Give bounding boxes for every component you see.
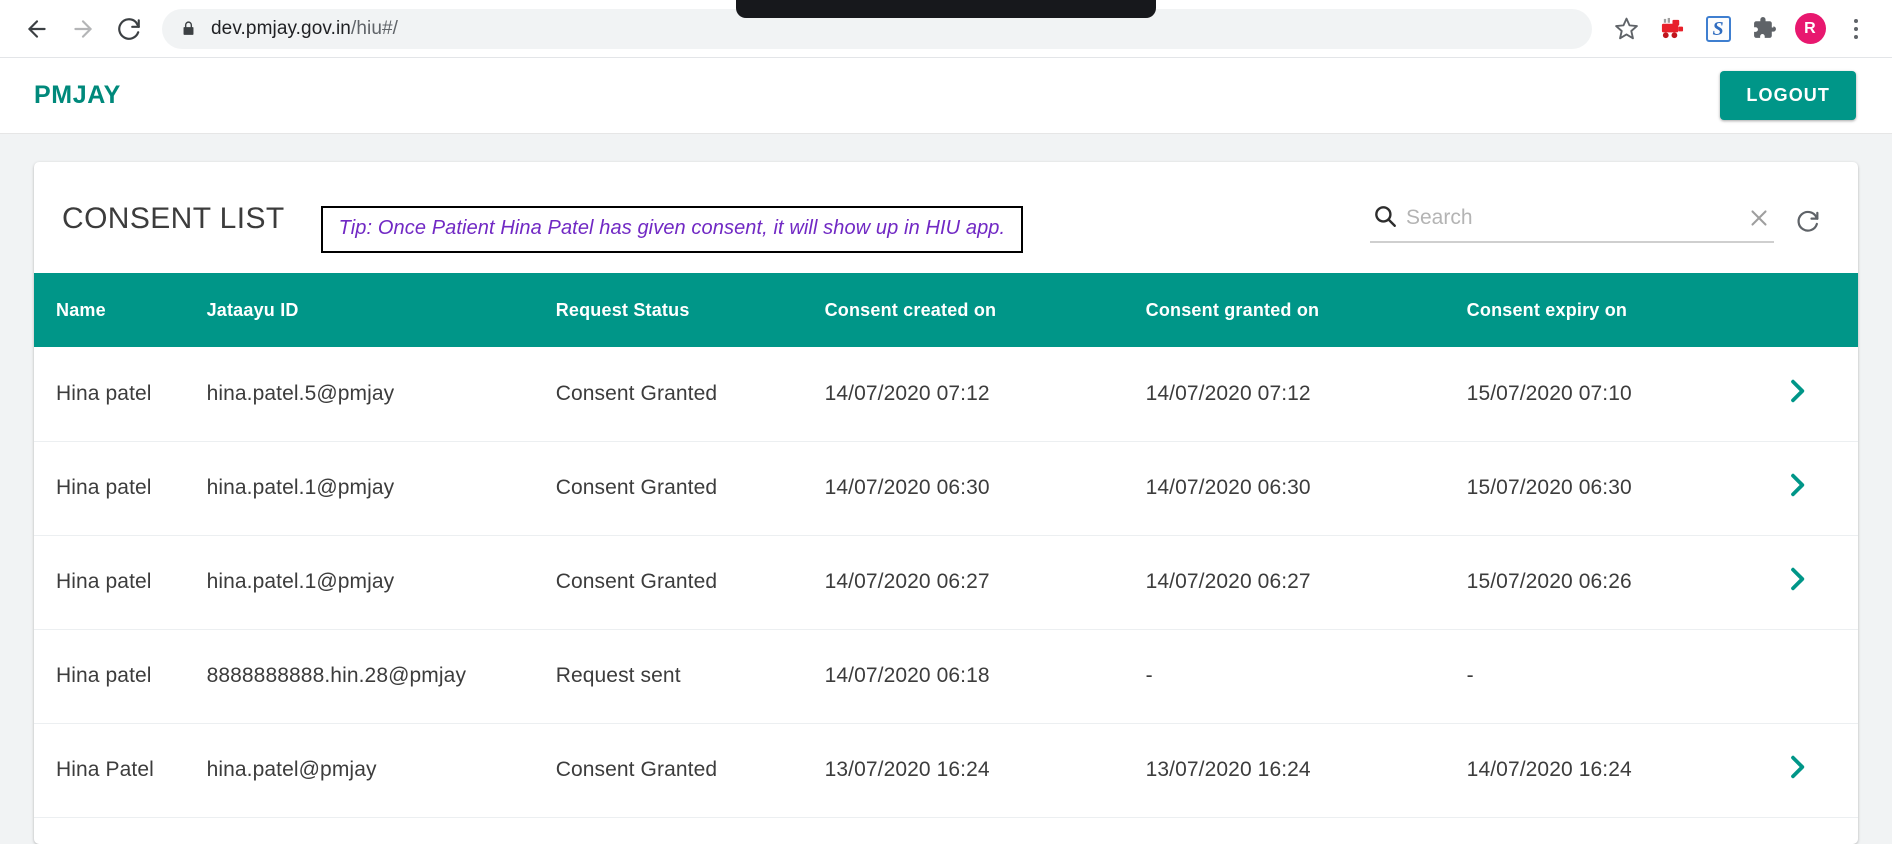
- url-text: dev.pmjay.gov.in/hiu#/: [211, 18, 398, 40]
- toolbar-actions: S R: [1604, 7, 1878, 51]
- kebab-dots: [1854, 18, 1858, 39]
- cell-consent-granted-on: [1145, 817, 1467, 844]
- search-input[interactable]: [1398, 206, 1746, 230]
- cell-name: Hina patel: [34, 347, 207, 442]
- cell-actions: [1757, 535, 1858, 630]
- lock-icon: [180, 19, 197, 38]
- url-domain: dev.pmjay.gov.in: [211, 17, 351, 39]
- table-body: Hina patel hina.patel.5@pmjay Consent Gran…: [34, 347, 1858, 844]
- column-header-jataayu-id[interactable]: Jataayu ID: [206, 273, 556, 347]
- extension-blue-s-label: S: [1705, 15, 1731, 42]
- cell-request-status: Consent Granted: [555, 441, 825, 536]
- table-header-row: Name Jataayu ID Request Status Consent c…: [34, 273, 1858, 347]
- cell-request-status: Consent Granted: [555, 723, 825, 818]
- cell-jataayu-id: hina.patel.1@pmjay: [206, 441, 556, 536]
- bookmark-star-icon[interactable]: [1604, 7, 1648, 51]
- column-header-consent-granted-on[interactable]: Consent granted on: [1145, 273, 1467, 347]
- table-row[interactable]: Hina patel hina.patel.5@pmjay Consent Gran…: [34, 347, 1858, 442]
- cell-consent-granted-on: 14/07/2020 07:12: [1145, 347, 1467, 442]
- cell-request-status: Consent Granted: [555, 347, 825, 442]
- row-chevron-right-icon[interactable]: [1781, 563, 1813, 595]
- back-button[interactable]: [14, 6, 60, 52]
- column-header-request-status[interactable]: Request Status: [555, 273, 825, 347]
- consent-table: Name Jataayu ID Request Status Consent c…: [34, 273, 1858, 844]
- consent-list-card: CONSENT LIST Tip: Once Patient Hina Pate…: [34, 162, 1858, 844]
- cell-request-status: [555, 817, 825, 844]
- page-title: CONSENT LIST: [62, 201, 285, 235]
- column-header-consent-created-on[interactable]: Consent created on: [824, 273, 1146, 347]
- table-row[interactable]: Hina patel 8888888888.hin.28@pmjay Request…: [34, 629, 1858, 724]
- reload-button[interactable]: [106, 6, 152, 52]
- app-header: PMJAY LOGOUT: [0, 58, 1892, 134]
- cell-actions: [1757, 441, 1858, 536]
- cell-consent-expiry-on: -: [1466, 629, 1758, 724]
- cell-request-status: Consent Granted: [555, 535, 825, 630]
- search-icon: [1372, 203, 1398, 234]
- column-header-name[interactable]: Name: [34, 273, 207, 347]
- tip-text: Tip: Once Patient Hina Patel has given c…: [338, 217, 1006, 239]
- cell-actions: [1757, 723, 1858, 818]
- cell-jataayu-id: hina.patel@pmjay: [206, 723, 556, 818]
- forward-button[interactable]: [60, 6, 106, 52]
- cell-jataayu-id: hina.patel.1@pmjay: [206, 535, 556, 630]
- cell-consent-expiry-on: 15/07/2020 07:10: [1466, 347, 1758, 442]
- cell-request-status: Request sent: [555, 629, 825, 724]
- chrome-menu-icon[interactable]: [1834, 7, 1878, 51]
- cell-consent-expiry-on: [1466, 817, 1758, 844]
- app-brand-logo: PMJAY: [34, 81, 121, 109]
- tab-strip-overlay: [736, 0, 1156, 18]
- cell-name: Hina Patel: [34, 723, 207, 818]
- profile-avatar[interactable]: R: [1788, 7, 1832, 51]
- tip-callout: Tip: Once Patient Hina Patel has given c…: [320, 206, 1024, 253]
- cell-jataayu-id: 8888888888.hin.28@pmjay: [206, 629, 556, 724]
- browser-toolbar: dev.pmjay.gov.in/hiu#/ S R: [0, 0, 1892, 58]
- cell-name: Hina patel: [34, 535, 207, 630]
- avatar-initial: R: [1794, 13, 1826, 44]
- cell-consent-granted-on: 14/07/2020 06:27: [1145, 535, 1467, 630]
- cell-consent-expiry-on: 15/07/2020 06:30: [1466, 441, 1758, 536]
- cell-consent-created-on: 14/07/2020 07:12: [824, 347, 1146, 442]
- cell-consent-created-on: 14/07/2020 06:18: [824, 629, 1146, 724]
- row-chevron-right-icon[interactable]: [1781, 751, 1813, 783]
- extension-blue-s-icon[interactable]: S: [1696, 7, 1740, 51]
- column-header-consent-expiry-on[interactable]: Consent expiry on: [1466, 273, 1758, 347]
- cell-consent-created-on: 14/07/2020 06:30: [824, 441, 1146, 536]
- page-content: CONSENT LIST Tip: Once Patient Hina Pate…: [0, 134, 1892, 844]
- card-header: CONSENT LIST Tip: Once Patient Hina Pate…: [34, 162, 1858, 273]
- table-row[interactable]: [34, 817, 1858, 844]
- row-chevron-right-icon[interactable]: [1781, 469, 1813, 501]
- cell-name: [34, 817, 207, 844]
- cell-consent-granted-on: -: [1145, 629, 1467, 724]
- table-controls: [1370, 195, 1832, 243]
- row-chevron-right-icon[interactable]: [1781, 375, 1813, 407]
- url-path: /hiu#/: [350, 17, 399, 39]
- column-header-actions: [1757, 273, 1858, 347]
- extension-red-icon[interactable]: [1650, 7, 1694, 51]
- cell-consent-granted-on: 14/07/2020 06:30: [1145, 441, 1467, 536]
- cell-name: Hina patel: [34, 441, 207, 536]
- cell-jataayu-id: [206, 817, 556, 844]
- cell-actions: [1757, 347, 1858, 442]
- cell-consent-expiry-on: 15/07/2020 06:26: [1466, 535, 1758, 630]
- table-row[interactable]: Hina patel hina.patel.1@pmjay Consent Gran…: [34, 535, 1858, 630]
- cell-consent-created-on: [824, 817, 1146, 844]
- cell-consent-created-on: 14/07/2020 06:27: [824, 535, 1146, 630]
- cell-name: Hina patel: [34, 629, 207, 724]
- cell-consent-granted-on: 13/07/2020 16:24: [1145, 723, 1467, 818]
- cell-consent-expiry-on: 14/07/2020 16:24: [1466, 723, 1758, 818]
- table-row[interactable]: Hina Patel hina.patel@pmjay Consent Grante…: [34, 723, 1858, 818]
- table-header: Name Jataayu ID Request Status Consent c…: [34, 273, 1858, 347]
- logout-button[interactable]: LOGOUT: [1720, 71, 1856, 120]
- cell-actions: [1757, 817, 1858, 844]
- cell-consent-created-on: 13/07/2020 16:24: [824, 723, 1146, 818]
- table-row[interactable]: Hina patel hina.patel.1@pmjay Consent Gran…: [34, 441, 1858, 536]
- cell-actions: [1757, 629, 1858, 724]
- search-field[interactable]: [1370, 199, 1774, 243]
- refresh-table-icon[interactable]: [1784, 201, 1832, 241]
- cell-jataayu-id: hina.patel.5@pmjay: [206, 347, 556, 442]
- extensions-puzzle-icon[interactable]: [1742, 7, 1786, 51]
- clear-search-icon[interactable]: [1746, 205, 1772, 231]
